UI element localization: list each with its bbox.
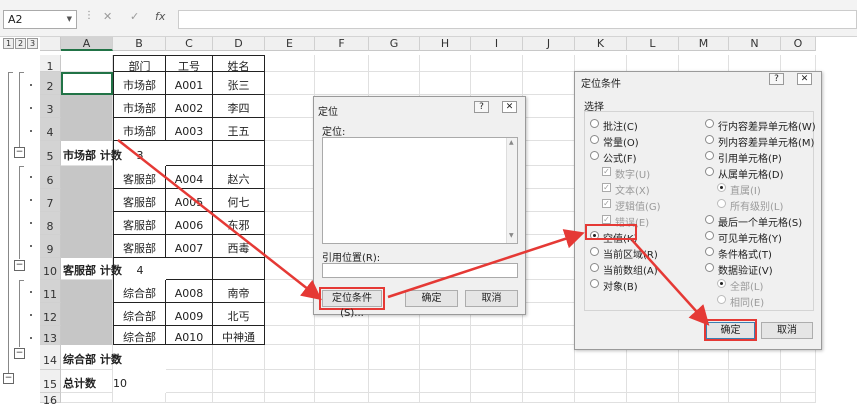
arrow-1 — [117, 139, 322, 301]
arrow-3 — [631, 239, 710, 326]
arrow-2 — [387, 229, 585, 299]
annotation-arrows — [117, 139, 710, 326]
